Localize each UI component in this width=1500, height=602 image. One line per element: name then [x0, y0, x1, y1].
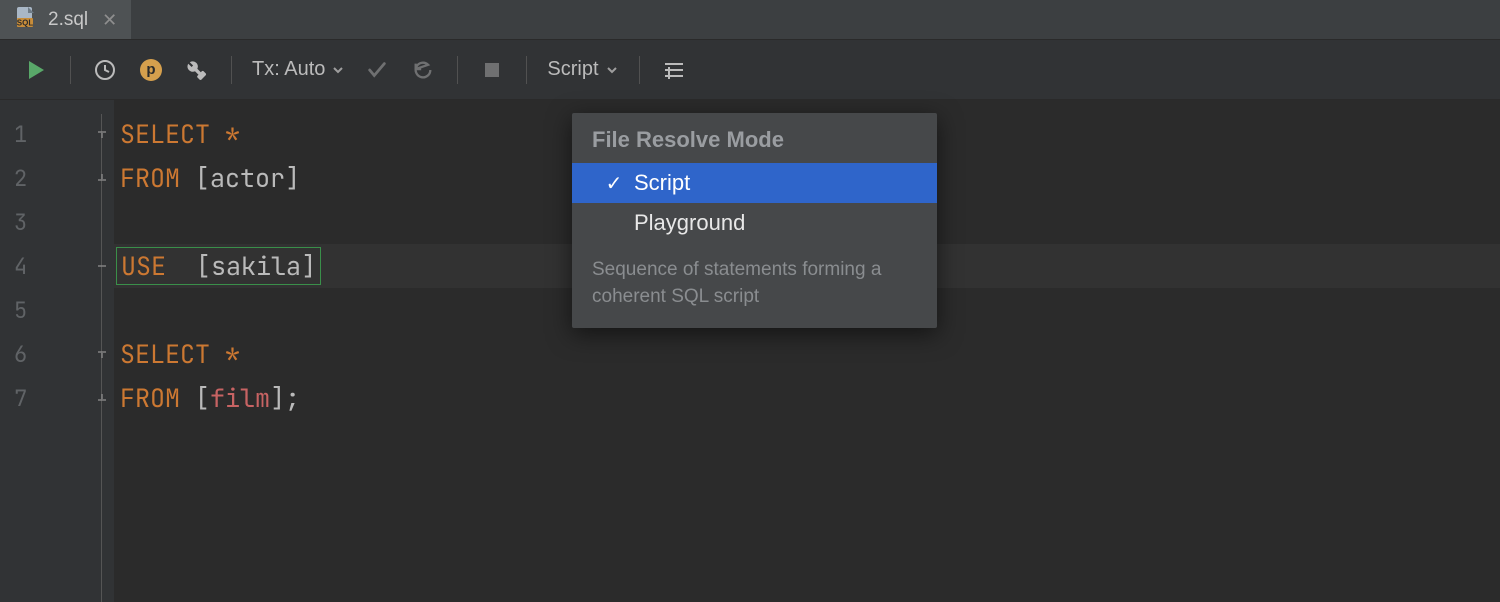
popup-option-script[interactable]: ✓ Script — [572, 163, 937, 203]
rollback-icon[interactable] — [409, 54, 437, 86]
fold-rail — [90, 100, 114, 602]
code-line: FROM [film]; — [114, 376, 1500, 420]
line-number: 4 — [0, 244, 90, 288]
settings-icon[interactable] — [183, 54, 211, 86]
fold-end-icon[interactable] — [96, 172, 108, 184]
chevron-down-icon — [605, 63, 619, 77]
separator — [639, 56, 640, 84]
commit-icon[interactable] — [363, 54, 391, 86]
toolbar: p Tx: Auto Script — [0, 40, 1500, 100]
line-number: 6 — [0, 332, 90, 376]
svg-text:SQL: SQL — [17, 18, 34, 27]
line-number: 5 — [0, 288, 90, 332]
history-icon[interactable] — [91, 54, 119, 86]
fold-single-icon[interactable] — [96, 260, 108, 272]
popup-title: File Resolve Mode — [572, 123, 937, 163]
p-badge[interactable]: p — [137, 54, 165, 86]
chevron-down-icon — [331, 63, 345, 77]
file-tab[interactable]: SQL 2.sql ✕ — [0, 0, 131, 39]
check-icon: ✓ — [594, 171, 634, 196]
close-tab-icon[interactable]: ✕ — [98, 11, 117, 29]
line-number: 1 — [0, 112, 90, 156]
separator — [70, 56, 71, 84]
table-view-icon[interactable] — [660, 54, 688, 86]
popup-option-playground[interactable]: Playground — [572, 203, 937, 243]
tab-filename: 2.sql — [48, 9, 88, 31]
tx-mode-dropdown[interactable]: Tx: Auto — [252, 58, 345, 81]
separator — [457, 56, 458, 84]
fold-start-icon[interactable] — [96, 348, 108, 360]
resolve-mode-popup: File Resolve Mode ✓ Script Playground Se… — [572, 113, 937, 328]
resolve-mode-dropdown[interactable]: Script — [547, 58, 618, 81]
line-number: 7 — [0, 376, 90, 420]
fold-end-icon[interactable] — [96, 392, 108, 404]
fold-start-icon[interactable] — [96, 128, 108, 140]
stop-icon[interactable] — [478, 54, 506, 86]
popup-description: Sequence of statements forming a coheren… — [572, 243, 937, 314]
separator — [231, 56, 232, 84]
separator — [526, 56, 527, 84]
run-button[interactable] — [22, 54, 50, 86]
sql-file-icon: SQL — [14, 5, 38, 35]
line-number: 3 — [0, 200, 90, 244]
code-line: SELECT * — [114, 332, 1500, 376]
line-number: 2 — [0, 156, 90, 200]
tab-bar: SQL 2.sql ✕ — [0, 0, 1500, 40]
line-gutter: 1 2 3 4 5 6 7 — [0, 100, 90, 602]
